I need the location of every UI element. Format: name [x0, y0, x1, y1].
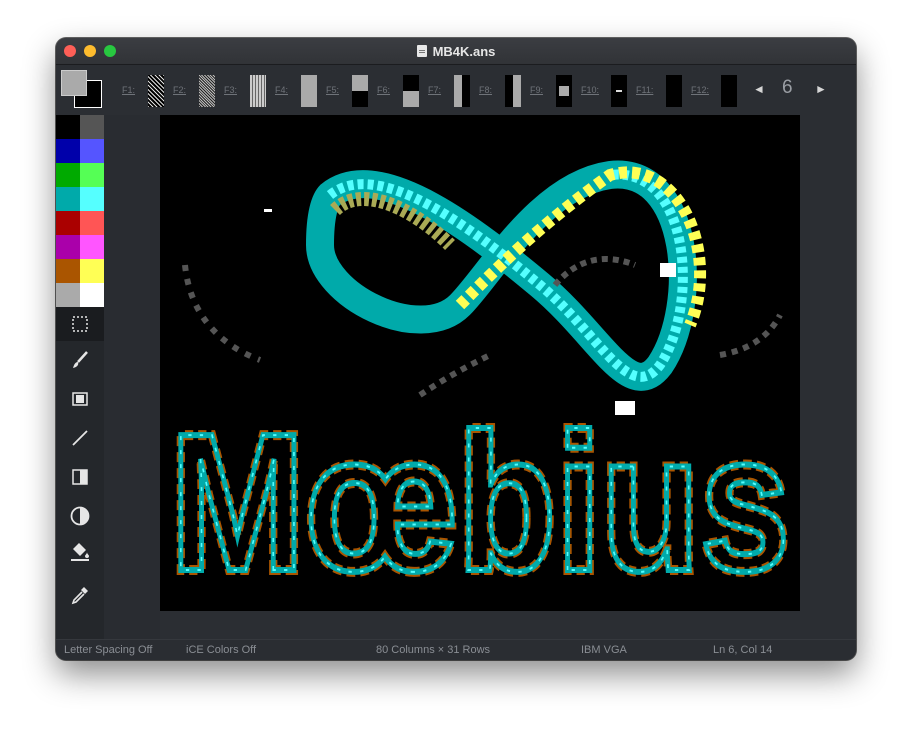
palette-color-13[interactable]	[80, 259, 104, 283]
palette-color-5[interactable]	[80, 163, 104, 187]
shade-medium-glyph	[199, 75, 215, 107]
tool-panel	[56, 307, 104, 639]
brush-tool[interactable]	[56, 343, 104, 377]
palette-color-14[interactable]	[56, 283, 80, 307]
half-block-tool[interactable]	[56, 460, 104, 494]
palette-color-6[interactable]	[56, 187, 80, 211]
brush-icon	[73, 351, 88, 368]
canvas-area: Mœbius Mœbius Mœbius	[160, 115, 856, 639]
palette-color-3[interactable]	[80, 139, 104, 163]
palette-color-0[interactable]	[56, 115, 80, 139]
right-half-block-glyph	[505, 75, 521, 107]
status-bar: Letter Spacing Off iCE Colors Off 80 Col…	[56, 639, 856, 660]
palette-color-1[interactable]	[80, 115, 104, 139]
next-charset-icon[interactable]: ►	[815, 82, 827, 96]
small-dash-glyph	[611, 75, 627, 107]
color-palette	[56, 115, 104, 307]
upper-half-block-glyph	[352, 75, 368, 107]
palette-color-2[interactable]	[56, 139, 80, 163]
line-icon	[72, 430, 88, 446]
moebius-lettering-art: Mœbius Mœbius Mœbius	[165, 388, 795, 611]
document-icon	[416, 45, 427, 57]
fkey-label: F9:	[530, 85, 544, 95]
shading-block-icon	[72, 392, 88, 406]
line-tool[interactable]	[56, 421, 104, 455]
ansi-canvas[interactable]: Mœbius Mœbius Mœbius	[160, 115, 800, 611]
shading-tool[interactable]	[56, 382, 104, 416]
window-title: MB4K.ans	[432, 43, 496, 59]
paint-bucket-icon	[71, 543, 89, 561]
eyedropper-tool[interactable]	[56, 578, 104, 612]
contrast-icon	[70, 506, 90, 526]
shade-light-glyph	[148, 75, 164, 107]
fill-tool[interactable]	[56, 534, 104, 568]
left-gutter	[104, 115, 160, 639]
selection-tool[interactable]	[56, 307, 104, 341]
foreground-color-swatch[interactable]	[61, 70, 87, 96]
fkey-label: F5:	[326, 85, 340, 95]
middle-square-glyph	[556, 75, 572, 107]
shade-dark-glyph	[250, 75, 266, 107]
palette-color-15[interactable]	[80, 283, 104, 307]
palette-color-11[interactable]	[80, 235, 104, 259]
title-bar: MB4K.ans	[56, 38, 856, 65]
left-half-block-glyph	[454, 75, 470, 107]
toolbar: F1: F2: F3: F4: F5: F6: F7: F8: F9: F10:…	[56, 65, 856, 115]
lower-half-block-glyph	[403, 75, 419, 107]
fkey-label: F11:	[636, 85, 654, 95]
fkey-label: F12:	[691, 85, 710, 95]
previous-charset-icon[interactable]: ◄	[753, 82, 765, 96]
contrast-tool[interactable]	[56, 499, 104, 533]
letter-spacing-status[interactable]: Letter Spacing Off	[64, 644, 152, 656]
fkey-label: F7:	[428, 85, 442, 95]
palette-color-12[interactable]	[56, 259, 80, 283]
ice-colors-status[interactable]: iCE Colors Off	[186, 644, 256, 656]
font-status[interactable]: IBM VGA	[581, 644, 627, 656]
fkey-label: F6:	[377, 85, 391, 95]
cursor-position-status: Ln 6, Col 14	[713, 644, 773, 656]
empty-glyph	[721, 75, 737, 107]
fkey-label: F1:	[122, 85, 136, 95]
charset-number: 6	[782, 77, 793, 98]
palette-color-10[interactable]	[56, 235, 80, 259]
svg-text:Mœbius: Mœbius	[170, 393, 790, 611]
empty-glyph	[666, 75, 682, 107]
palette-color-4[interactable]	[56, 163, 80, 187]
palette-color-9[interactable]	[80, 211, 104, 235]
half-block-icon	[72, 469, 88, 485]
fkey-label: F2:	[173, 85, 187, 95]
app-window: MB4K.ans F1: F2: F3: F4: F5: F6: F7: F8:…	[56, 38, 856, 660]
fkey-label: F8:	[479, 85, 493, 95]
fkey-label: F3:	[224, 85, 238, 95]
fkey-label: F4:	[275, 85, 289, 95]
palette-color-8[interactable]	[56, 211, 80, 235]
canvas-dimensions-status[interactable]: 80 Columns × 31 Rows	[376, 644, 490, 656]
palette-color-7[interactable]	[80, 187, 104, 211]
eyedropper-icon	[71, 587, 88, 605]
fkey-label: F10:	[581, 85, 600, 95]
dotted-rectangle-icon	[72, 316, 88, 332]
full-block-glyph	[301, 75, 317, 107]
